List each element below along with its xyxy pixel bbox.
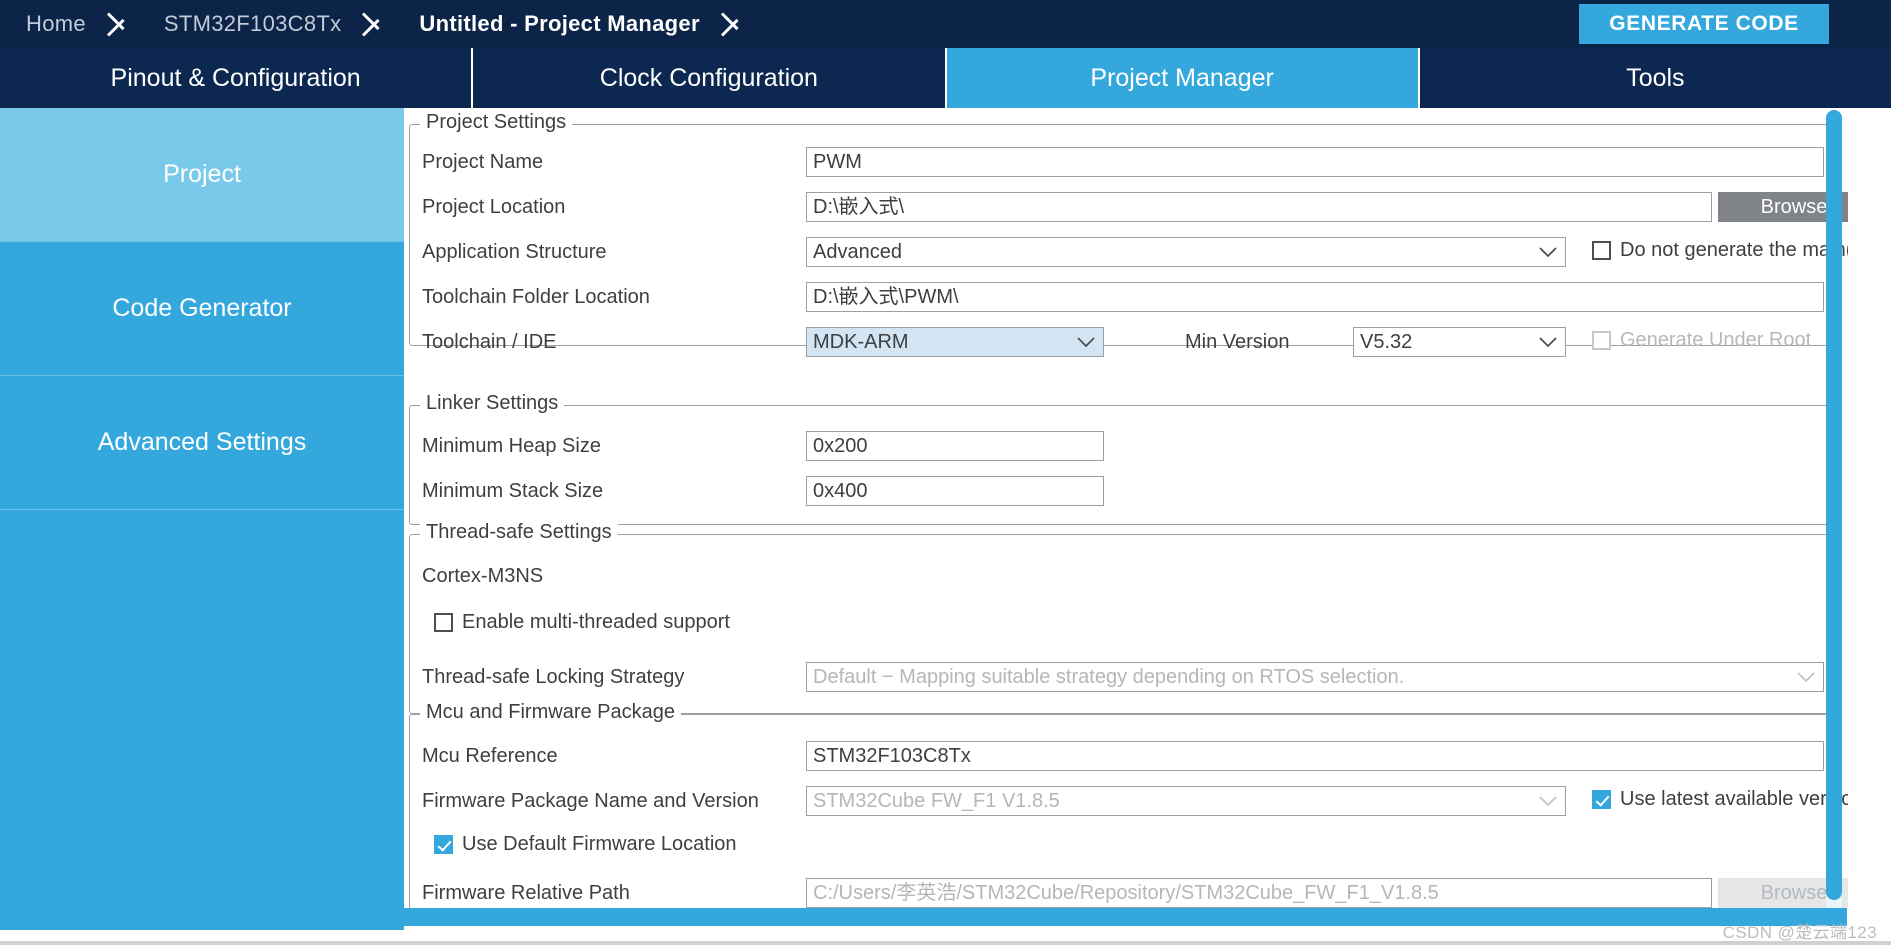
minimum-stack-size-input[interactable]: 0x400: [806, 476, 1104, 506]
minimum-heap-size-input[interactable]: 0x200: [806, 431, 1104, 461]
linker-settings-group: Linker Settings Minimum Heap Size 0x200 …: [409, 392, 1834, 525]
min-version-value: V5.32: [1360, 330, 1413, 353]
firmware-relative-path-input[interactable]: C:/Users/李英浩/STM32Cube/Repository/STM32C…: [806, 878, 1712, 908]
mcu-reference-input[interactable]: STM32F103C8Tx: [806, 741, 1824, 771]
generate-code-button[interactable]: GENERATE CODE: [1579, 4, 1829, 44]
project-settings-legend: Project Settings: [420, 111, 573, 134]
project-name-input[interactable]: PWM: [806, 147, 1824, 177]
panel-vertical-scrollbar[interactable]: [1826, 110, 1842, 922]
project-location-label: Project Location: [422, 195, 566, 218]
thread-safe-settings-legend: Thread-safe Settings: [420, 521, 618, 544]
project-manager-sidebar: Project Code Generator Advanced Settings: [0, 108, 404, 930]
toolchain-folder-location-label: Toolchain Folder Location: [422, 285, 650, 308]
generate-under-root-label: Generate Under Root: [1620, 329, 1812, 351]
title-bar: Home STM32F103C8Tx Untitled - Project Ma…: [0, 0, 1891, 48]
thread-safe-locking-strategy-value: Default − Mapping suitable strategy depe…: [813, 665, 1405, 688]
firmware-package-value: STM32Cube FW_F1 V1.8.5: [813, 789, 1060, 812]
content-area: Project Code Generator Advanced Settings…: [0, 108, 1891, 930]
main-tab-bar: Pinout & Configuration Clock Configurati…: [0, 48, 1891, 108]
min-version-select[interactable]: V5.32: [1353, 327, 1566, 357]
breadcrumb: Home STM32F103C8Tx Untitled - Project Ma…: [0, 0, 752, 48]
enable-multithreaded-support-checkbox[interactable]: Enable multi-threaded support: [434, 611, 730, 634]
tab-pinout-configuration[interactable]: Pinout & Configuration: [0, 48, 474, 108]
firmware-package-label: Firmware Package Name and Version: [422, 789, 759, 812]
tab-project-manager[interactable]: Project Manager: [946, 48, 1420, 108]
enable-multithreaded-support-label: Enable multi-threaded support: [462, 611, 730, 633]
checkbox-box: [1592, 241, 1611, 260]
do-not-generate-main-checkbox[interactable]: Do not generate the main(): [1592, 239, 1848, 262]
chevron-down-icon: [1069, 328, 1103, 356]
breadcrumb-label: Home: [26, 11, 86, 36]
thread-safe-locking-strategy-select[interactable]: Default − Mapping suitable strategy depe…: [806, 662, 1824, 692]
chevron-right-icon: [359, 0, 393, 48]
toolchain-ide-select[interactable]: MDK-ARM: [806, 327, 1104, 357]
checkbox-box: [434, 835, 453, 854]
toolchain-ide-value: MDK-ARM: [813, 330, 909, 353]
chevron-right-icon: [104, 0, 138, 48]
tab-tools[interactable]: Tools: [1419, 48, 1891, 108]
panel-horizontal-scrollbar[interactable]: [404, 908, 1847, 926]
thread-safe-settings-group: Thread-safe Settings Cortex-M3NS Enable …: [409, 521, 1834, 714]
breadcrumb-item-home[interactable]: Home: [0, 0, 104, 48]
tab-clock-configuration[interactable]: Clock Configuration: [473, 48, 947, 108]
application-structure-value: Advanced: [813, 240, 902, 263]
project-name-label: Project Name: [422, 150, 544, 173]
breadcrumb-label: STM32F103C8Tx: [163, 11, 342, 36]
core-label: Cortex-M3NS: [422, 564, 544, 587]
application-structure-select[interactable]: Advanced: [806, 237, 1566, 267]
do-not-generate-main-label: Do not generate the main(): [1620, 239, 1848, 261]
linker-settings-legend: Linker Settings: [420, 392, 565, 415]
sidebar-item-project[interactable]: Project: [0, 108, 404, 242]
watermark: CSDN @楚云端123: [1722, 923, 1877, 942]
sidebar-item-code-generator[interactable]: Code Generator: [0, 242, 404, 376]
use-default-firmware-location-label: Use Default Firmware Location: [462, 833, 737, 855]
checkbox-box: [1592, 331, 1611, 350]
minimum-stack-size-label: Minimum Stack Size: [422, 479, 604, 502]
toolchain-folder-location-input[interactable]: D:\嵌入式\PWM\: [806, 282, 1824, 312]
toolchain-ide-label: Toolchain / IDE: [422, 330, 557, 353]
use-latest-available-version-label: Use latest available version: [1620, 788, 1848, 810]
firmware-relative-path-label: Firmware Relative Path: [422, 881, 630, 904]
window-bottom-edge: [0, 941, 1891, 945]
minimum-heap-size-label: Minimum Heap Size: [422, 434, 601, 457]
application-structure-label: Application Structure: [422, 240, 607, 263]
breadcrumb-item-mcu[interactable]: STM32F103C8Tx: [138, 0, 360, 48]
project-settings-group: Project Settings Project Name PWM Projec…: [409, 111, 1848, 357]
mcu-firmware-package-group: Mcu and Firmware Package Mcu Reference S…: [409, 701, 1848, 922]
mcu-firmware-package-legend: Mcu and Firmware Package: [420, 701, 681, 724]
thread-safe-locking-strategy-label: Thread-safe Locking Strategy: [422, 665, 685, 688]
firmware-package-select[interactable]: STM32Cube FW_F1 V1.8.5: [806, 786, 1566, 816]
settings-panel: Project Settings Project Name PWM Projec…: [404, 108, 1848, 930]
chevron-right-icon: [718, 0, 752, 48]
checkbox-box: [1592, 790, 1611, 809]
mcu-reference-label: Mcu Reference: [422, 744, 558, 767]
checkbox-box: [434, 613, 453, 632]
use-latest-available-version-checkbox[interactable]: Use latest available version: [1592, 788, 1848, 811]
breadcrumb-item-current[interactable]: Untitled - Project Manager: [393, 0, 717, 48]
use-default-firmware-location-checkbox[interactable]: Use Default Firmware Location: [434, 833, 737, 856]
window-bottom-strip: [0, 930, 1891, 941]
chevron-down-icon: [1531, 328, 1565, 356]
project-location-input[interactable]: D:\嵌入式\: [806, 192, 1712, 222]
breadcrumb-label: Untitled - Project Manager: [419, 11, 700, 36]
chevron-down-icon: [1789, 663, 1823, 691]
panel-horizontal-scrollbar-thumb[interactable]: [404, 908, 1847, 926]
chevron-down-icon: [1531, 787, 1565, 815]
min-version-label: Min Version: [1185, 330, 1290, 353]
chevron-down-icon: [1531, 238, 1565, 266]
panel-vertical-scrollbar-thumb[interactable]: [1826, 110, 1842, 900]
generate-under-root-checkbox[interactable]: Generate Under Root: [1592, 329, 1811, 352]
sidebar-item-advanced-settings[interactable]: Advanced Settings: [0, 376, 404, 510]
